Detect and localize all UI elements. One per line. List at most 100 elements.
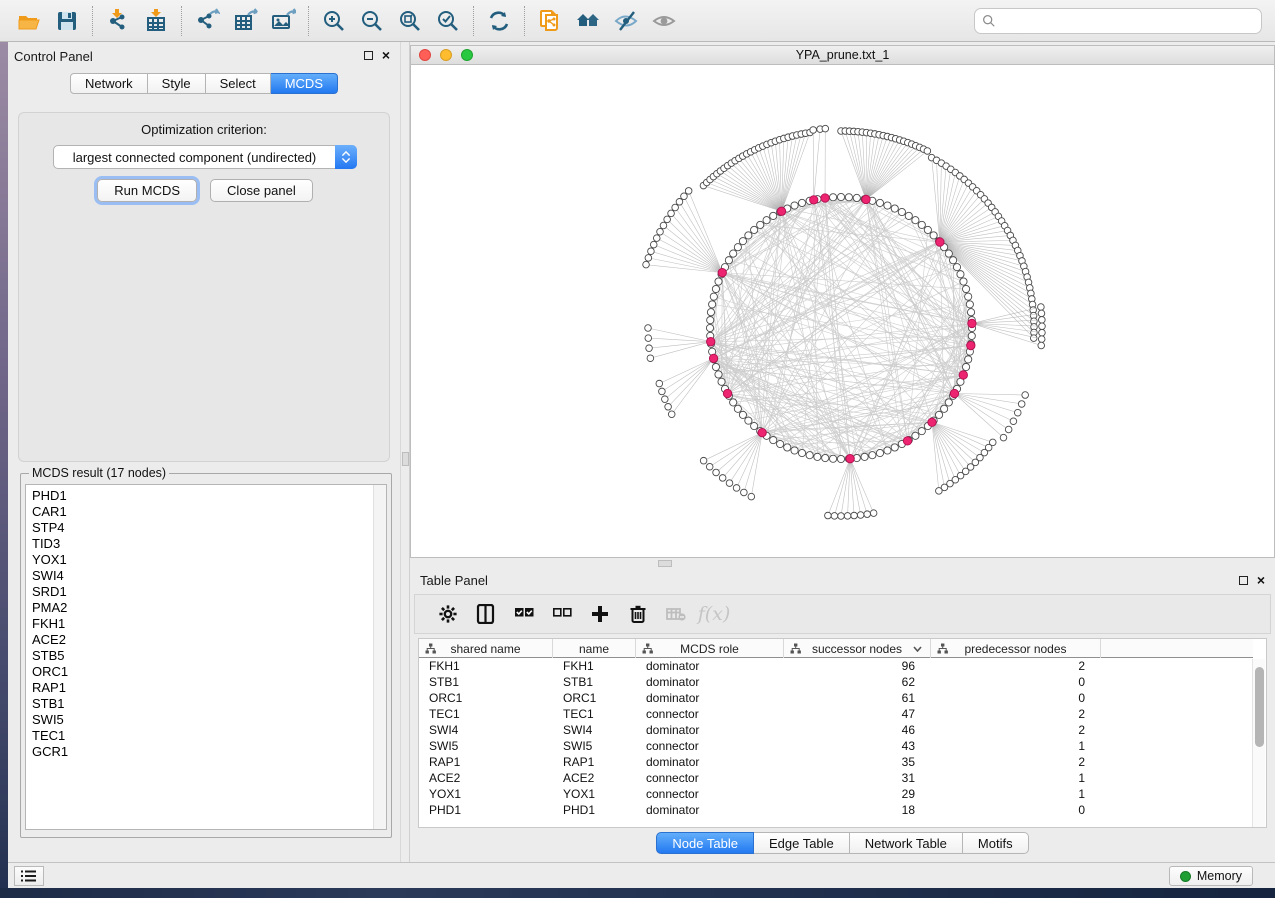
import-table-button[interactable] (137, 4, 175, 38)
mcds-result-item[interactable]: CAR1 (32, 504, 386, 520)
delete-icon (628, 604, 648, 624)
table-cell: FKH1 (553, 658, 636, 674)
table-close-panel-icon[interactable]: × (1257, 575, 1265, 585)
mcds-result-item[interactable]: PHD1 (32, 488, 386, 504)
column-header-MCDS-role[interactable]: MCDS role (636, 639, 784, 658)
deselect-all-icon (552, 604, 572, 624)
table-cell: connector (636, 770, 784, 786)
zoom-out-button[interactable] (353, 4, 391, 38)
criterion-select-value: largest connected component (undirected) (54, 150, 335, 165)
tab-edge-table[interactable]: Edge Table (754, 832, 850, 854)
main-toolbar (0, 0, 1275, 42)
mcds-result-list[interactable]: PHD1CAR1STP4TID3YOX1SWI4SRD1PMA2FKH1ACE2… (25, 484, 387, 830)
mcds-result-item[interactable]: ACE2 (32, 632, 386, 648)
homes-button[interactable] (569, 4, 607, 38)
column-header-successor-nodes[interactable]: successor nodes (784, 639, 931, 658)
close-panel-button[interactable]: Close panel (210, 179, 313, 202)
mcds-result-item[interactable]: FKH1 (32, 616, 386, 632)
export-network-button[interactable] (188, 4, 226, 38)
mcds-result-item[interactable]: STB1 (32, 696, 386, 712)
eye-slash-button[interactable] (607, 4, 645, 38)
memory-button[interactable]: Memory (1169, 866, 1253, 886)
table-scrollbar[interactable] (1252, 659, 1265, 827)
import-network-button[interactable] (99, 4, 137, 38)
search-box[interactable] (974, 8, 1262, 34)
mcds-result-item[interactable]: YOX1 (32, 552, 386, 568)
fx-button: f(x) (695, 597, 733, 631)
mcds-result-item[interactable]: STB5 (32, 648, 386, 664)
table-row[interactable]: ACE2ACE2connector311 (419, 770, 1253, 786)
table-row[interactable]: YOX1YOX1connector291 (419, 786, 1253, 802)
tab-motifs[interactable]: Motifs (963, 832, 1029, 854)
open-button[interactable] (10, 4, 48, 38)
control-panel-title: Control Panel (14, 49, 93, 64)
table-row[interactable]: SWI4SWI4dominator462 (419, 722, 1253, 738)
table-row[interactable]: FKH1FKH1dominator962 (419, 658, 1253, 674)
columns-button[interactable] (467, 597, 505, 631)
refresh-button[interactable] (480, 4, 518, 38)
zoom-fit-button[interactable] (391, 4, 429, 38)
mcds-result-item[interactable]: SWI5 (32, 712, 386, 728)
table-row[interactable]: STB1STB1dominator620 (419, 674, 1253, 690)
mcds-result-item[interactable]: ORC1 (32, 664, 386, 680)
table-scrollbar-thumb[interactable] (1255, 667, 1264, 747)
columns-icon (476, 604, 496, 624)
network-window-titlebar[interactable]: YPA_prune.txt_1 (410, 45, 1275, 65)
float-panel-icon[interactable] (364, 51, 373, 60)
zoom-check-button[interactable] (429, 4, 467, 38)
tab-mcds[interactable]: MCDS (271, 73, 338, 94)
close-panel-icon[interactable]: × (382, 50, 390, 60)
search-input[interactable] (996, 11, 1261, 31)
splitter-handle[interactable] (402, 452, 409, 466)
toolbar-separator (473, 6, 474, 36)
eye-button[interactable] (645, 4, 683, 38)
add-button[interactable] (581, 597, 619, 631)
table-row[interactable]: RAP1RAP1dominator352 (419, 754, 1253, 770)
clone-network-button[interactable] (531, 4, 569, 38)
task-history-button[interactable] (14, 866, 44, 886)
horizontal-splitter[interactable] (410, 558, 1275, 568)
zoom-in-button[interactable] (315, 4, 353, 38)
tab-select[interactable]: Select (206, 73, 271, 94)
tab-node-table[interactable]: Node Table (656, 832, 754, 854)
deselect-all-button[interactable] (543, 597, 581, 631)
mcds-result-item[interactable]: SWI4 (32, 568, 386, 584)
delete-button[interactable] (619, 597, 657, 631)
eye-icon (651, 8, 677, 34)
column-header-name[interactable]: name (553, 639, 636, 658)
save-button[interactable] (48, 4, 86, 38)
vertical-splitter[interactable] (400, 42, 410, 862)
column-header-predecessor-nodes[interactable]: predecessor nodes (931, 639, 1101, 658)
table-row[interactable]: SWI5SWI5connector431 (419, 738, 1253, 754)
gear-button[interactable] (429, 597, 467, 631)
tab-style[interactable]: Style (148, 73, 206, 94)
table-cell: 0 (931, 690, 1101, 706)
mcds-result-item[interactable]: TEC1 (32, 728, 386, 744)
mcds-result-item[interactable]: GCR1 (32, 744, 386, 760)
table-panel: Table Panel × f(x) shared namenameMCDS r… (410, 568, 1275, 862)
splitter-handle-h[interactable] (658, 560, 672, 567)
mcds-result-item[interactable]: PMA2 (32, 600, 386, 616)
table-cell: 47 (784, 706, 931, 722)
criterion-select[interactable]: largest connected component (undirected) (53, 145, 357, 169)
export-image-button[interactable] (264, 4, 302, 38)
tab-network-table[interactable]: Network Table (850, 832, 963, 854)
result-scrollbar[interactable] (373, 485, 386, 829)
mcds-result-item[interactable]: STP4 (32, 520, 386, 536)
table-cell: 61 (784, 690, 931, 706)
mcds-result-item[interactable]: TID3 (32, 536, 386, 552)
table-cell: SWI5 (553, 738, 636, 754)
mcds-result-item[interactable]: SRD1 (32, 584, 386, 600)
table-row[interactable]: PHD1PHD1dominator180 (419, 802, 1253, 818)
table-row[interactable]: TEC1TEC1connector472 (419, 706, 1253, 722)
table-row[interactable]: ORC1ORC1dominator610 (419, 690, 1253, 706)
table-float-panel-icon[interactable] (1239, 576, 1248, 585)
column-header-shared-name[interactable]: shared name (419, 639, 553, 658)
mcds-result-item[interactable]: RAP1 (32, 680, 386, 696)
run-mcds-button[interactable]: Run MCDS (97, 179, 197, 202)
network-canvas[interactable] (410, 65, 1275, 558)
open-icon (16, 8, 42, 34)
tab-network[interactable]: Network (70, 73, 148, 94)
export-table-button[interactable] (226, 4, 264, 38)
select-all-button[interactable] (505, 597, 543, 631)
